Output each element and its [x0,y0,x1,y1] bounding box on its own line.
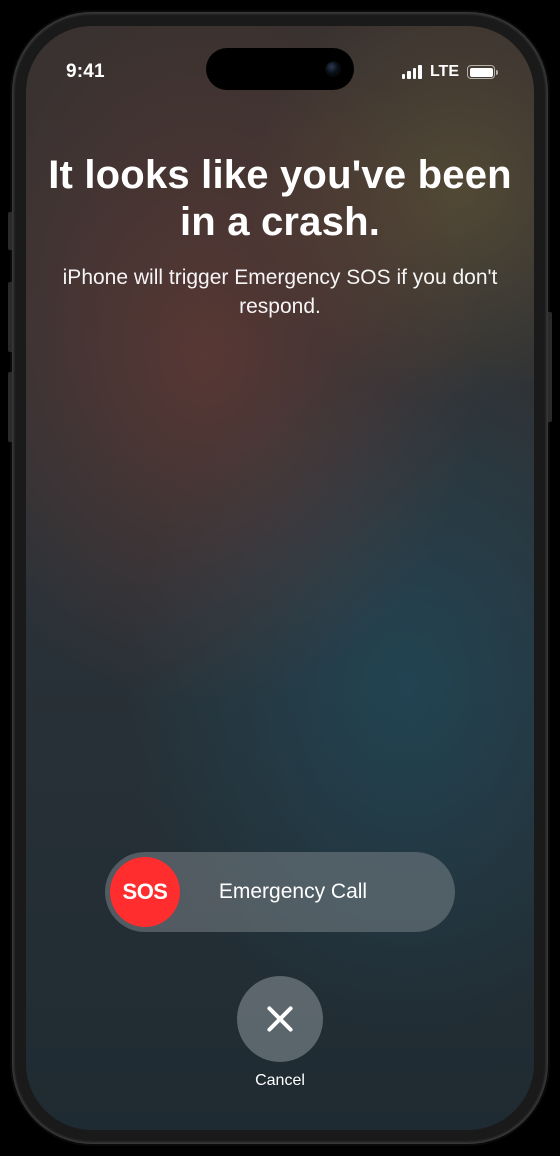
front-camera-icon [326,62,340,76]
alert-subhead: iPhone will trigger Emergency SOS if you… [46,264,514,321]
volume-down-button [8,372,12,442]
cancel-label: Cancel [255,1072,305,1090]
sos-knob-label: SOS [123,879,168,905]
status-time: 9:41 [66,61,105,83]
cancel-area: Cancel [46,976,514,1090]
crash-detection-alert: It looks like you've been in a crash. iP… [26,96,534,1130]
cancel-button[interactable] [237,976,323,1062]
dynamic-island [206,48,354,90]
phone-frame: 9:41 LTE It looks like you've been in a … [12,12,548,1144]
power-button [548,312,552,422]
volume-up-button [8,282,12,352]
close-icon [265,1004,295,1034]
screen: 9:41 LTE It looks like you've been in a … [26,26,534,1130]
emergency-call-label: Emergency Call [180,880,450,904]
sos-slider-knob[interactable]: SOS [110,857,180,927]
cellular-signal-icon [402,65,422,79]
network-type-label: LTE [430,63,459,81]
alert-headline: It looks like you've been in a crash. [46,152,514,246]
emergency-call-slider[interactable]: SOS Emergency Call [105,852,455,932]
status-indicators: LTE [402,63,498,81]
ringer-switch [8,212,12,250]
battery-icon [467,65,498,79]
